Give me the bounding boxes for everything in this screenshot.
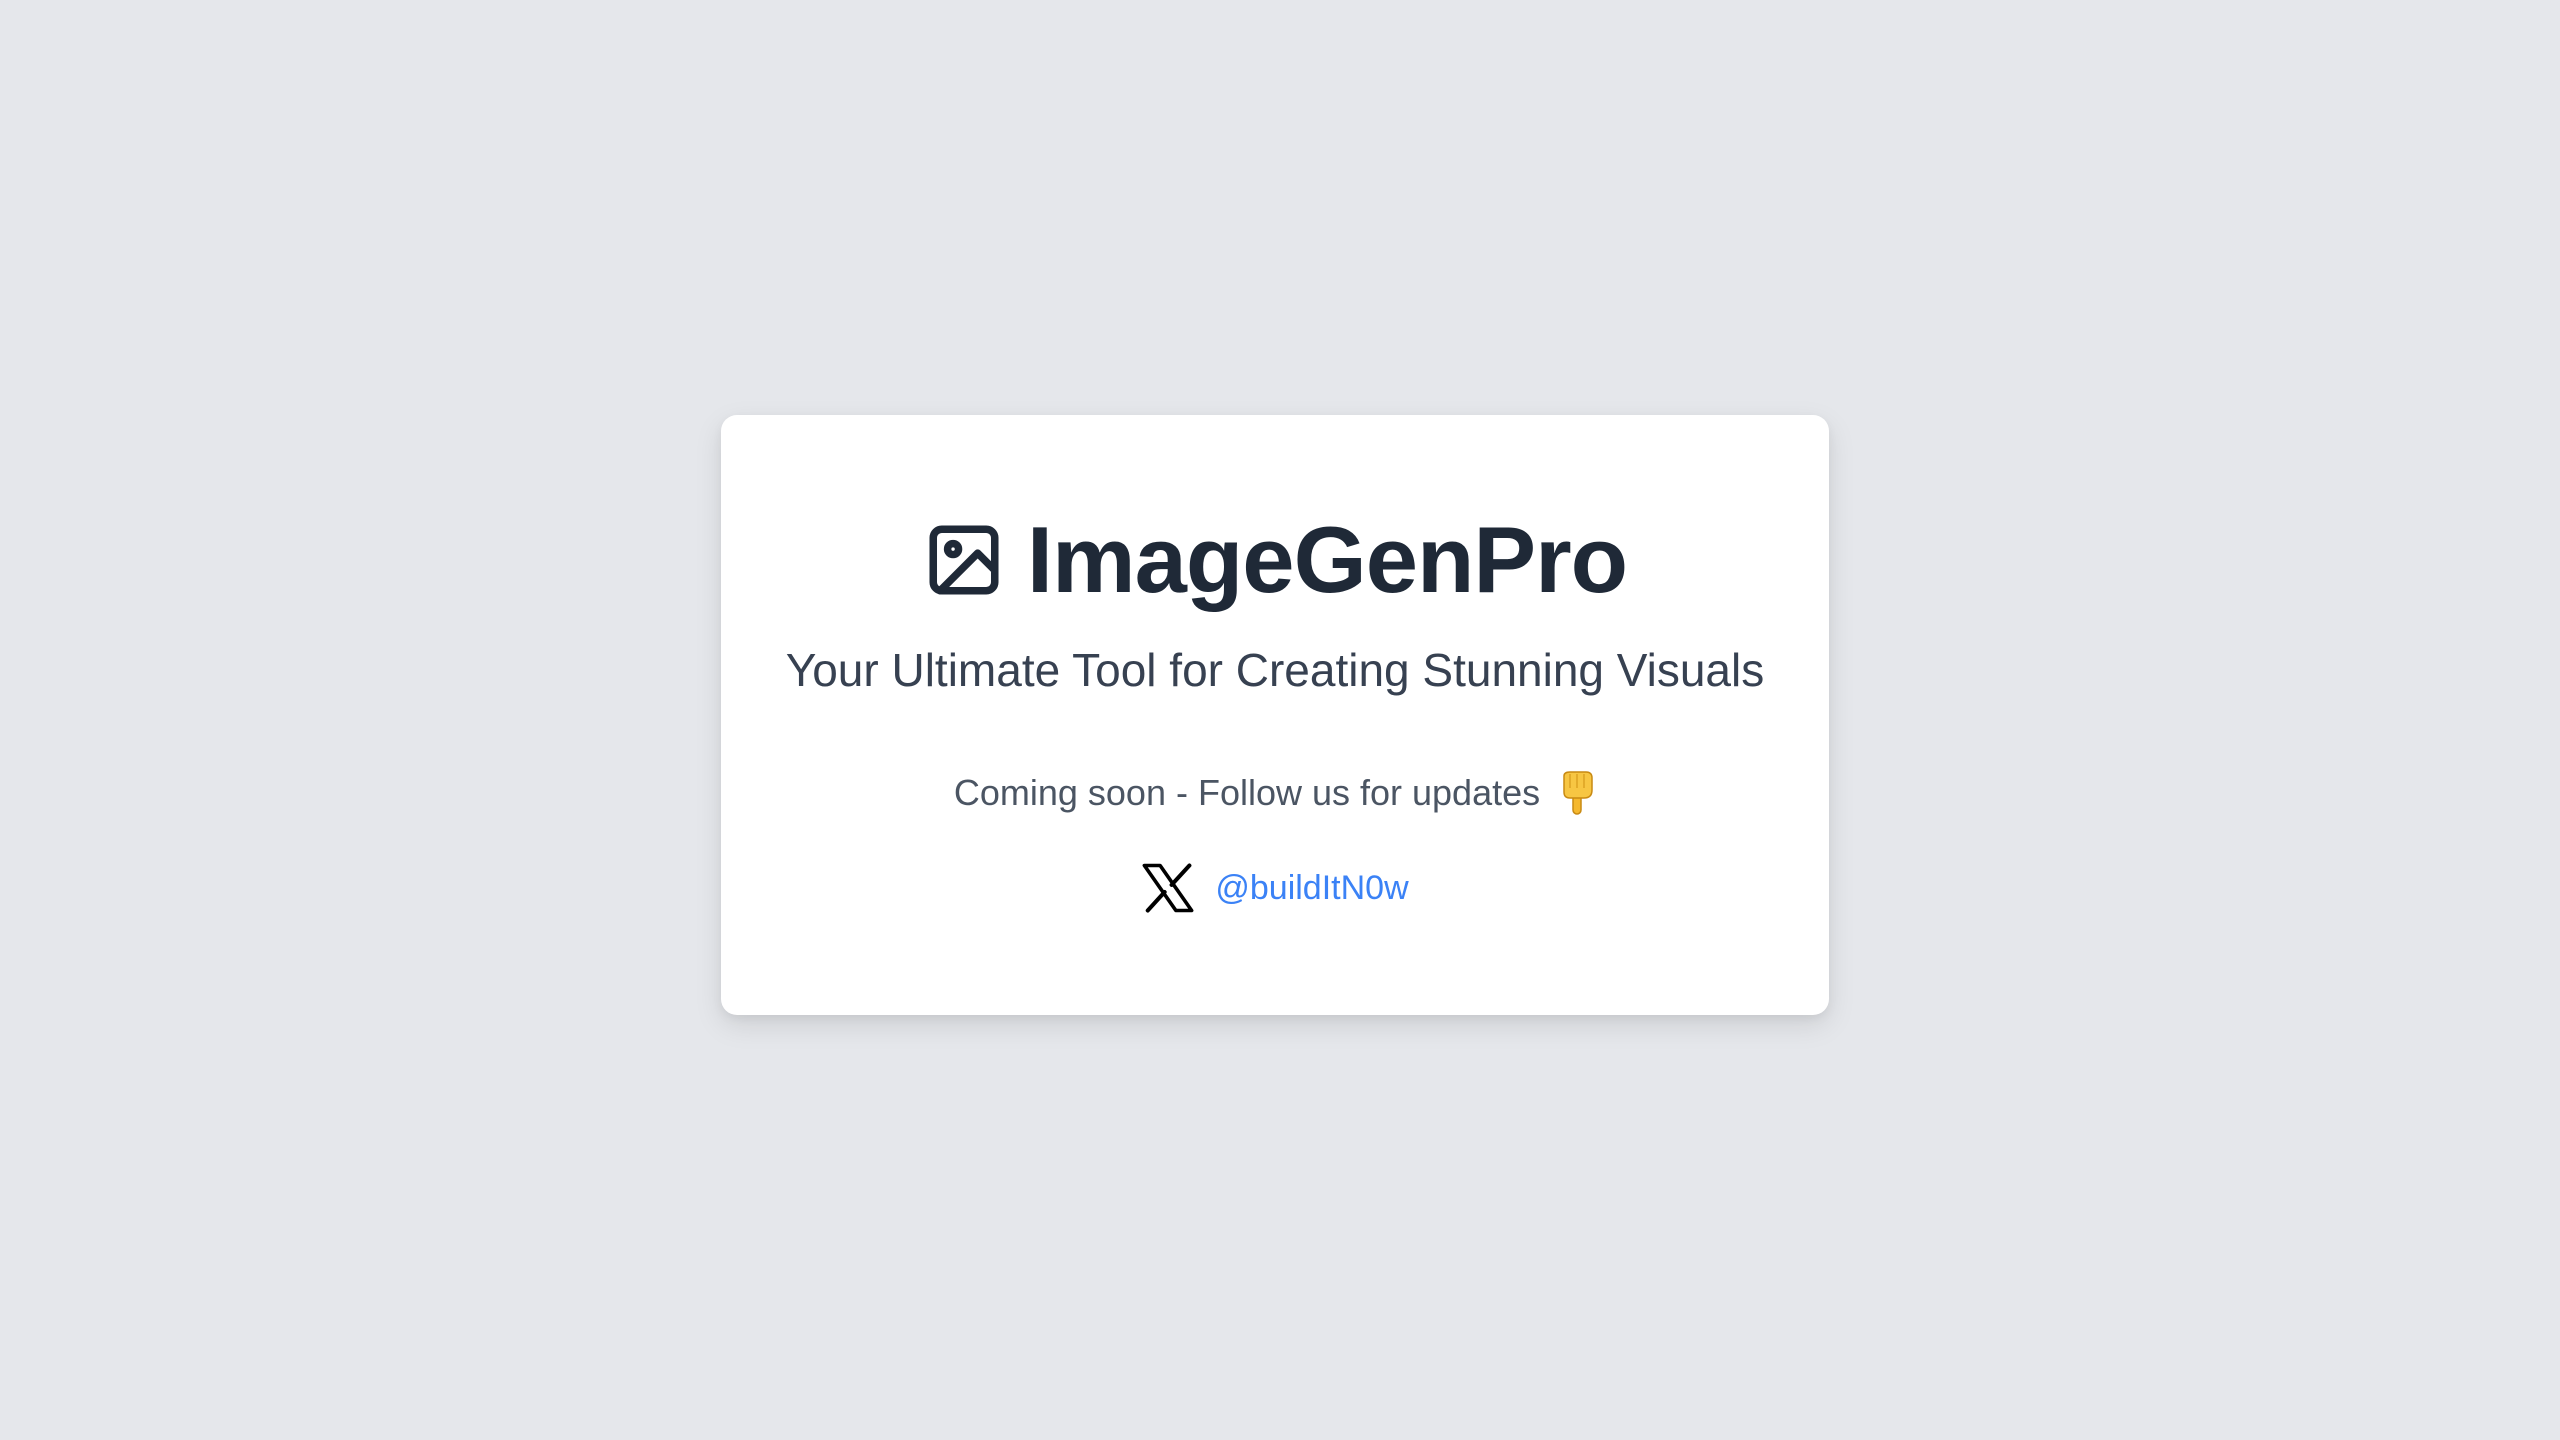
- app-title: ImageGenPro: [1026, 507, 1628, 612]
- announcement-row: Coming soon - Follow us for updates: [721, 770, 1829, 816]
- x-logo-icon[interactable]: [1141, 863, 1195, 913]
- coming-soon-card: ImageGenPro Your Ultimate Tool for Creat…: [721, 415, 1829, 1015]
- tagline: Your Ultimate Tool for Creating Stunning…: [785, 644, 1765, 696]
- twitter-handle-link[interactable]: @buildItN0w: [1215, 868, 1408, 909]
- pointing-down-hand-icon: [1563, 771, 1593, 815]
- social-row: @buildItN0w: [721, 863, 1829, 913]
- coming-soon-text: Coming soon - Follow us for updates: [953, 772, 1541, 814]
- page: ImageGenPro Your Ultimate Tool for Creat…: [0, 0, 2560, 1440]
- brand-header: ImageGenPro: [721, 513, 1829, 607]
- image-icon: [929, 525, 999, 595]
